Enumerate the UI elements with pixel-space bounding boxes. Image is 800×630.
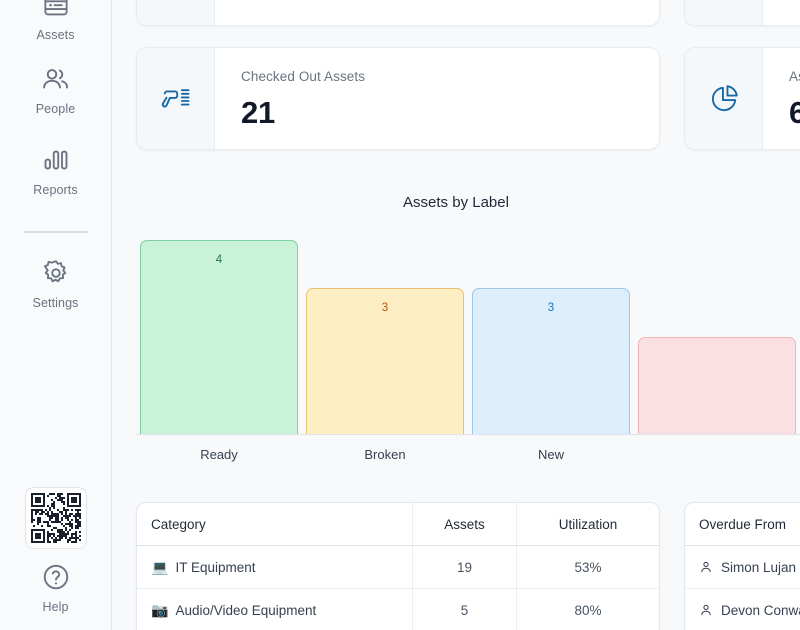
settings-icon bbox=[39, 256, 73, 290]
table-header-row: Overdue From bbox=[685, 503, 800, 546]
cell-utilization: 80% bbox=[574, 602, 602, 618]
sidebar-item-label-settings: Settings bbox=[32, 296, 79, 310]
chart-tick-broken: Broken bbox=[364, 447, 406, 462]
stat-card-clipped-left[interactable] bbox=[136, 0, 660, 26]
stat-card-clipped-right[interactable] bbox=[684, 0, 800, 26]
stat-icon-pane bbox=[137, 0, 215, 25]
cell-utilization: 53% bbox=[574, 559, 602, 575]
stat-value: 6 bbox=[789, 97, 800, 128]
cell-assets: 5 bbox=[413, 589, 517, 630]
cell-category-label: Audio/Video Equipment bbox=[175, 602, 317, 618]
sidebar-item-label-reports: Reports bbox=[33, 183, 78, 197]
stat-value: 21 bbox=[241, 94, 275, 130]
sidebar-item-reports[interactable]: Reports bbox=[0, 143, 111, 197]
chart-bar-value: 3 bbox=[381, 302, 389, 315]
sidebar: Assets People Reports Settings Help bbox=[0, 0, 112, 630]
sidebar-item-people[interactable]: People bbox=[0, 62, 111, 116]
stat-card-checked-out-assets[interactable]: Checked Out Assets 21 bbox=[136, 47, 660, 150]
chart-title: Assets by Label bbox=[403, 194, 509, 211]
chart-bar-value: 3 bbox=[547, 302, 555, 315]
pie-chart-icon bbox=[685, 48, 763, 149]
chart-bar-unlabeled[interactable] bbox=[638, 337, 796, 435]
table-row[interactable]: 📷 Audio/Video Equipment 5 80% bbox=[137, 589, 659, 630]
assets-icon bbox=[39, 0, 73, 22]
chart-tick-new: New bbox=[537, 447, 564, 462]
table-row[interactable]: 💻 IT Equipment 19 53% bbox=[137, 546, 659, 589]
stat-body: As 6 bbox=[763, 48, 800, 149]
column-header-utilization: Utilization bbox=[558, 516, 618, 532]
people-icon bbox=[39, 62, 73, 96]
sidebar-item-help[interactable]: Help bbox=[0, 560, 111, 614]
laptop-icon: 💻 bbox=[151, 559, 169, 575]
categories-table: Category Assets Utilization 💻 IT Equipme… bbox=[136, 502, 660, 630]
column-header-category: Category bbox=[137, 503, 413, 545]
assets-by-label-chart: Assets by Label 4 3 3 Ready Broken New bbox=[112, 180, 800, 480]
sidebar-item-label-people: People bbox=[35, 102, 76, 116]
cell-person-name: Devon Conway bbox=[721, 602, 800, 618]
chart-tick-ready: Ready bbox=[200, 447, 238, 462]
table-header-row: Category Assets Utilization bbox=[137, 503, 659, 546]
reports-icon bbox=[39, 143, 73, 177]
stat-card-assets-clipped[interactable]: As 6 bbox=[684, 47, 800, 150]
chart-bar-broken[interactable]: 3 bbox=[306, 288, 464, 435]
cell-overdue-person: Devon Conway bbox=[685, 589, 800, 630]
barcode-scanner-icon bbox=[137, 48, 215, 149]
help-circle-icon bbox=[39, 560, 73, 594]
chart-plot-area: 4 3 3 bbox=[136, 220, 800, 435]
camera-icon: 📷 bbox=[151, 602, 169, 618]
sidebar-item-assets[interactable]: Assets bbox=[0, 0, 111, 42]
column-header-overdue-from: Overdue From bbox=[699, 516, 787, 532]
cell-person-name: Simon Lujan bbox=[721, 559, 797, 575]
sidebar-item-label-help: Help bbox=[42, 600, 69, 614]
overdue-table: Overdue From Simon Lujan Devon Conw bbox=[684, 502, 800, 630]
main-content: Checked Out Assets 21 As 6 Assets by Lab… bbox=[112, 0, 800, 630]
qr-code-icon[interactable] bbox=[25, 487, 87, 549]
stat-icon-pane bbox=[685, 0, 763, 25]
table-row[interactable]: Simon Lujan bbox=[685, 546, 800, 589]
stat-title: As bbox=[789, 69, 800, 84]
cell-assets: 19 bbox=[413, 546, 517, 588]
stat-body: Checked Out Assets 21 bbox=[215, 48, 659, 149]
sidebar-item-label-assets: Assets bbox=[36, 28, 75, 42]
cell-category-label: IT Equipment bbox=[175, 559, 256, 575]
dashboard-page: Assets People Reports Settings Help Chec… bbox=[0, 0, 800, 630]
person-icon bbox=[699, 560, 713, 574]
chart-bar-ready[interactable]: 4 bbox=[140, 239, 298, 435]
table-row[interactable]: Devon Conway bbox=[685, 589, 800, 630]
chart-bar-new[interactable]: 3 bbox=[472, 288, 630, 435]
chart-bar-value: 4 bbox=[215, 253, 223, 266]
column-header-assets: Assets bbox=[413, 503, 517, 545]
sidebar-item-settings[interactable]: Settings bbox=[0, 256, 111, 310]
sidebar-divider bbox=[24, 231, 88, 233]
cell-overdue-person: Simon Lujan bbox=[685, 546, 800, 588]
qr-code-canvas bbox=[31, 493, 81, 543]
stat-title: Checked Out Assets bbox=[241, 69, 366, 84]
cell-category: 💻 IT Equipment bbox=[137, 546, 413, 588]
cell-category: 📷 Audio/Video Equipment bbox=[137, 589, 413, 630]
person-icon bbox=[699, 603, 713, 617]
chart-axis-baseline bbox=[136, 434, 800, 435]
